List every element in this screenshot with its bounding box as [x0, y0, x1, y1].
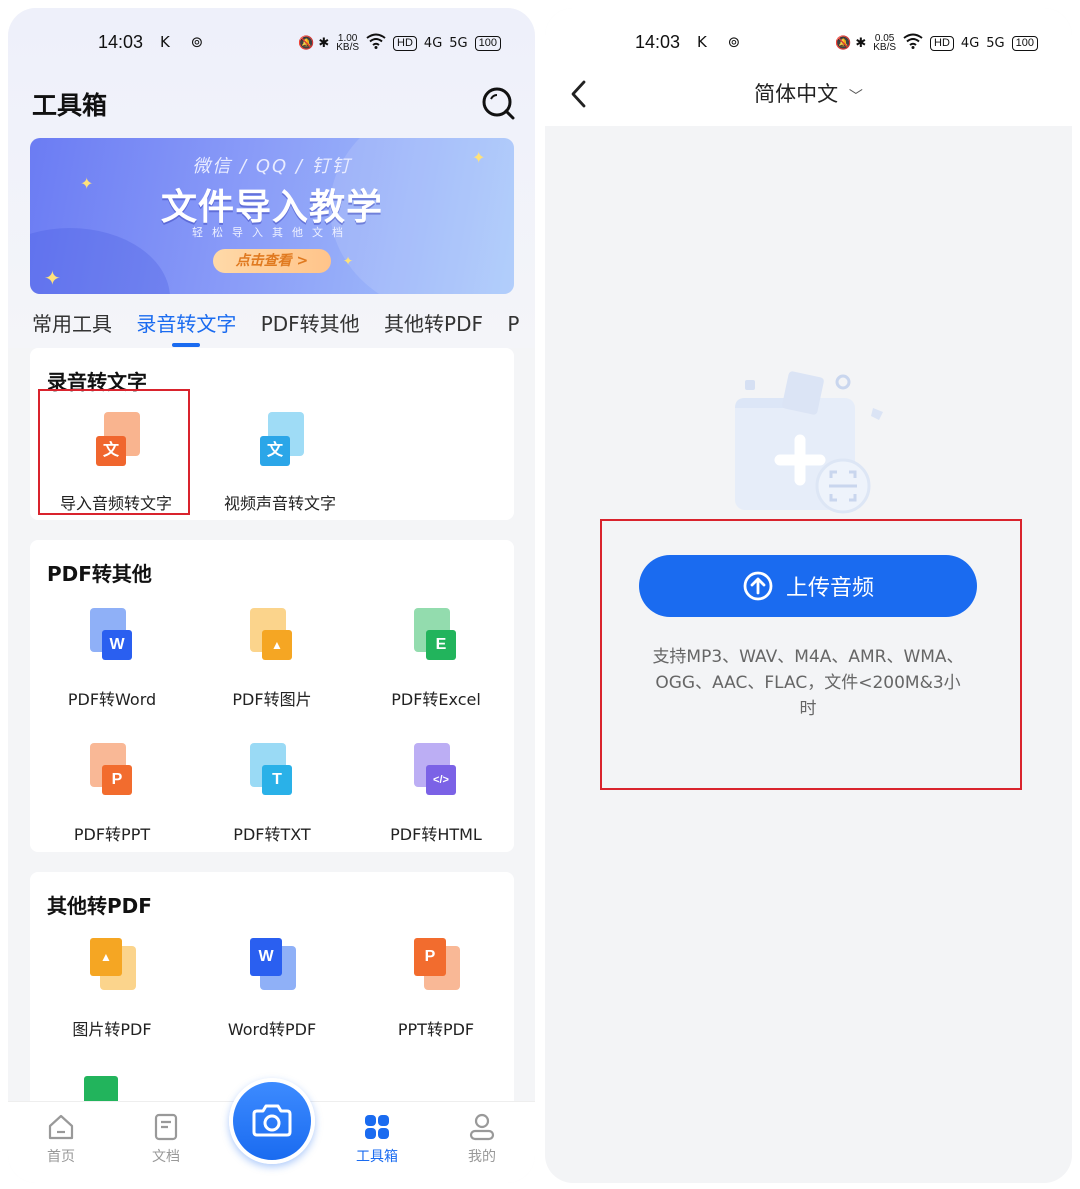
tool-pdf-to-txt[interactable]: T PDF转TXT [190, 743, 354, 845]
other-to-pdf-section: 其他转PDF ▲ 图片转PDF W Word转PDF P PPT转PDF [30, 872, 514, 1112]
tool-ppt-to-pdf[interactable]: P PPT转PDF [354, 938, 518, 1040]
hd-icon: HD [930, 35, 954, 51]
excel-icon: E [412, 608, 460, 664]
banner-title: 文件导入教学 [160, 187, 383, 228]
status-time: 14:03 [635, 32, 681, 52]
tool-pdf-to-excel[interactable]: E PDF转Excel [354, 608, 518, 710]
tool-image-to-pdf[interactable]: ▲ 图片转PDF [30, 938, 194, 1040]
html-icon: </> [412, 743, 460, 799]
battery-icon: 100 [1011, 35, 1038, 51]
nav-label: 我的 [468, 1149, 496, 1165]
tool-label: PDF转Excel [391, 690, 481, 709]
txt-icon: T [248, 743, 296, 799]
toolbox-screen: 14:03 K ⊚ 🔕 ✱ 1.00 KB/S HD 4G 5G 100 工具箱 … [8, 8, 535, 1183]
speed-unit: KB/S [336, 42, 360, 53]
tool-pdf-to-image[interactable]: ▲ PDF转图片 [190, 608, 354, 710]
top-bar [545, 8, 1072, 126]
banner-tagline: 轻松导入其他文档 [192, 226, 352, 239]
tool-label: PDF转HTML [390, 825, 482, 844]
tool-label: Word转PDF [227, 1020, 317, 1039]
nav-toolbox[interactable]: 工具箱 [342, 1112, 412, 1166]
profile-icon [469, 1113, 495, 1141]
ppt-to-pdf-icon: P [412, 938, 460, 994]
page-title: 工具箱 [32, 91, 108, 120]
battery-icon: 100 [474, 35, 501, 51]
tool-label: PDF转PPT [73, 825, 151, 844]
tool-word-to-pdf[interactable]: W Word转PDF [190, 938, 354, 1040]
tab-common-tools[interactable]: 常用工具 [32, 308, 112, 337]
tab-more[interactable]: P [507, 312, 519, 336]
ppt-icon: P [88, 743, 136, 799]
sparkle-icon: ✦ [343, 254, 354, 268]
tool-pdf-to-word[interactable]: W PDF转Word [30, 608, 194, 710]
tool-pdf-to-html[interactable]: </> PDF转HTML [354, 743, 518, 845]
tool-label: PDF转图片 [232, 690, 312, 709]
section-title: 其他转PDF [47, 894, 152, 918]
nav-label: 文档 [152, 1149, 180, 1165]
hd-icon: HD [393, 35, 417, 51]
word-to-pdf-icon: W [248, 938, 296, 994]
wifi-icon [903, 33, 923, 53]
nav-documents[interactable]: 文档 [131, 1112, 201, 1166]
status-time: 14:03 [98, 32, 144, 52]
camera-button[interactable] [229, 1078, 315, 1164]
chevron-down-icon: ﹀ [848, 89, 863, 105]
language-label: 简体中文 [754, 82, 839, 106]
category-tabs: 常用工具 录音转文字 PDF转其他 其他转PDF P [32, 308, 535, 347]
highlight-box [600, 519, 1022, 790]
document-icon [154, 1113, 178, 1141]
status-bar: 14:03 K ⊚ 🔕 ✱ 1.00 KB/S HD 4G 5G 100 [8, 30, 535, 58]
word-icon: W [88, 608, 136, 664]
tool-label: PDF转TXT [233, 825, 311, 844]
nav-label: 首页 [47, 1149, 75, 1165]
folder-add-illustration-icon [735, 371, 883, 514]
video-file-icon: 文 [256, 412, 304, 468]
tool-label: PPT转PDF [397, 1020, 475, 1039]
speed-unit: KB/S [873, 42, 897, 53]
language-selector[interactable]: 简体中文 ﹀ [545, 78, 1072, 108]
image-to-pdf-icon: ▲ [88, 938, 136, 994]
home-icon [48, 1114, 74, 1140]
section-title: PDF转其他 [47, 562, 152, 586]
tool-label: PDF转Word [67, 690, 157, 709]
highlight-box [38, 389, 190, 515]
signal-4g-icon: 4G [960, 35, 980, 51]
tab-pdf-to-other[interactable]: PDF转其他 [261, 308, 360, 337]
tab-other-to-pdf[interactable]: 其他转PDF [384, 308, 483, 337]
network-speed: 0.05 KB/S [873, 34, 897, 53]
banner-subtitle: 微信 / QQ / 钉钉 [192, 156, 352, 177]
search-icon[interactable] [481, 86, 515, 120]
signal-5g-icon: 5G [449, 35, 468, 51]
pdf-to-other-section: PDF转其他 W PDF转Word ▲ PDF转图片 E PDF转Excel P… [30, 540, 514, 852]
camera-icon [252, 1104, 292, 1137]
status-app-icons: K ⊚ [160, 33, 212, 51]
tool-video-audio[interactable]: 文 视频声音转文字 [198, 412, 362, 514]
status-right-icons: 🔕 ✱ 1.00 KB/S HD 4G 5G 100 [298, 33, 501, 53]
network-speed: 1.00 KB/S [336, 34, 360, 53]
banner-cta-button[interactable]: 点击查看 > [213, 249, 331, 273]
mute-bluetooth-icon: 🔕 ✱ [298, 35, 330, 51]
status-app-icons: K ⊚ [697, 33, 749, 51]
wifi-icon [366, 33, 386, 53]
nav-label: 工具箱 [356, 1149, 398, 1165]
tab-audio-to-text[interactable]: 录音转文字 [136, 308, 236, 347]
status-bar: 14:03 K ⊚ 🔕 ✱ 0.05 KB/S HD 4G 5G 100 [545, 30, 1072, 58]
tool-label: 图片转PDF [72, 1020, 152, 1039]
nav-home[interactable]: 首页 [26, 1112, 96, 1166]
status-right-icons: 🔕 ✱ 0.05 KB/S HD 4G 5G 100 [835, 33, 1038, 53]
tool-label: 视频声音转文字 [223, 494, 336, 513]
image-icon: ▲ [248, 608, 296, 664]
tutorial-banner[interactable]: ✦ ✦ ✦ ✦ 微信 / QQ / 钉钉 文件导入教学 轻松导入其他文档 点击查… [30, 138, 514, 294]
nav-profile[interactable]: 我的 [447, 1112, 517, 1166]
signal-5g-icon: 5G [986, 35, 1005, 51]
signal-4g-icon: 4G [423, 35, 443, 51]
toolbox-icon [365, 1115, 389, 1139]
mute-bluetooth-icon: 🔕 ✱ [835, 35, 867, 51]
tool-pdf-to-ppt[interactable]: P PDF转PPT [30, 743, 194, 845]
sparkle-icon: ✦ [44, 266, 61, 290]
